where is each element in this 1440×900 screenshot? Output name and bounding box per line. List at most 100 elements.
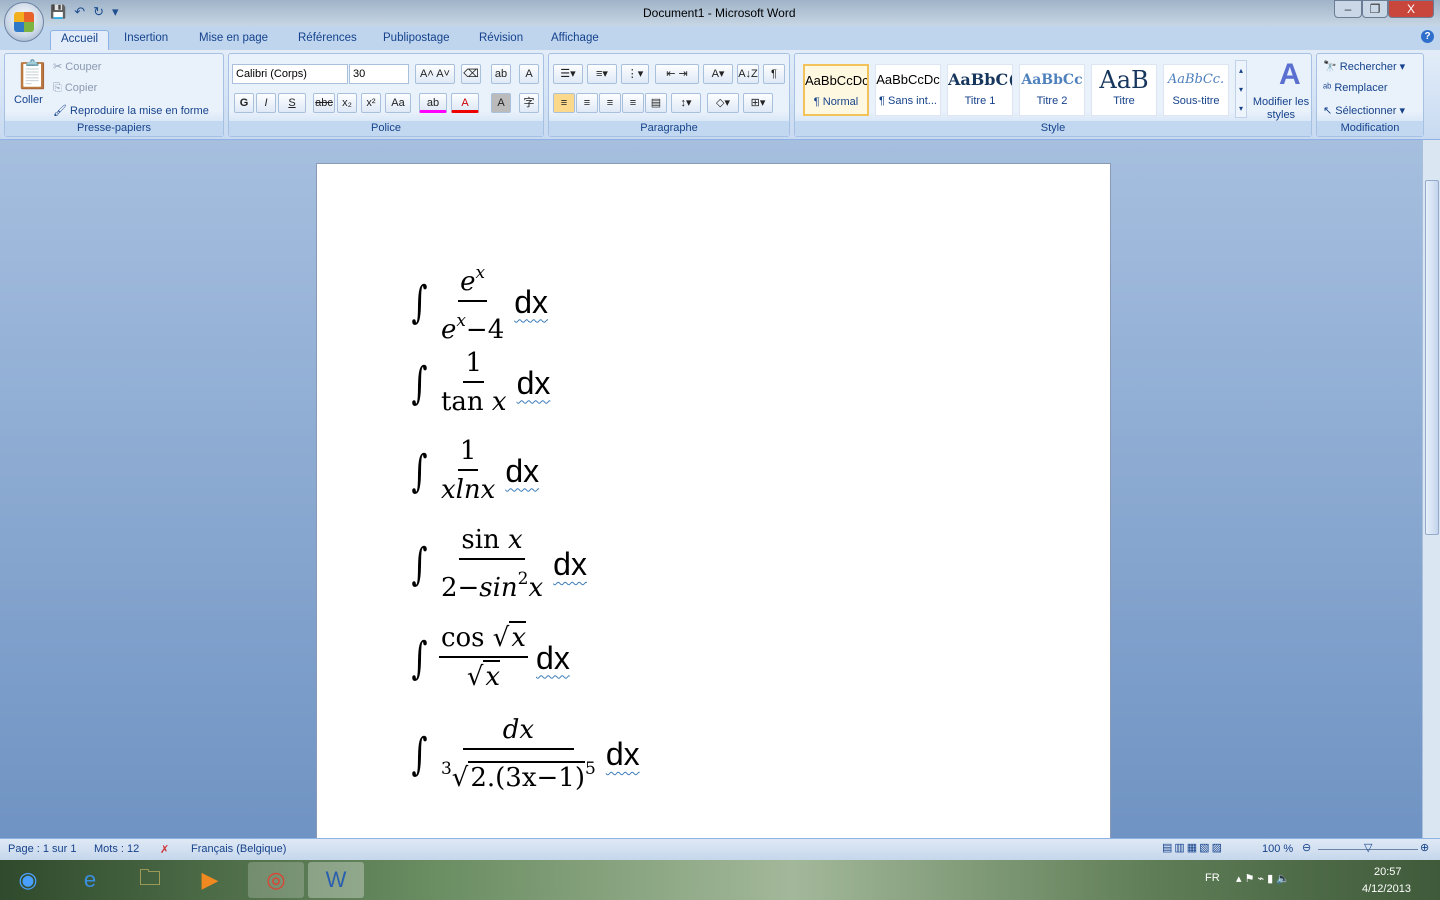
- show-marks-button[interactable]: ¶: [763, 64, 785, 84]
- phonetic-icon[interactable]: ab: [491, 64, 511, 84]
- tab-insertion[interactable]: Insertion: [114, 30, 178, 50]
- font-color-button[interactable]: A: [451, 93, 479, 113]
- equation-2[interactable]: ∫ 1 tan x dx: [408, 345, 550, 421]
- tab-mise-en-page[interactable]: Mise en page: [189, 30, 278, 50]
- view-buttons[interactable]: ▤▥▦▧▨: [1162, 841, 1224, 854]
- select-button[interactable]: ↖ Sélectionner ▾: [1323, 104, 1405, 117]
- superscript-button[interactable]: x²: [361, 93, 381, 113]
- strikethrough-button[interactable]: abc: [313, 93, 335, 113]
- integral-sign: ∫: [411, 445, 428, 497]
- clock-date[interactable]: 4/12/2013: [1362, 883, 1411, 895]
- format-painter-button[interactable]: 🖌 Reproduire la mise en forme: [53, 104, 209, 117]
- justify-icon[interactable]: ≡: [622, 93, 644, 113]
- help-icon[interactable]: ?: [1421, 30, 1434, 43]
- italic-button[interactable]: I: [256, 93, 276, 113]
- zoom-slider-thumb[interactable]: ▽: [1364, 841, 1372, 854]
- customize-qat-icon[interactable]: ▾: [112, 4, 119, 20]
- borders-icon[interactable]: ⊞▾: [743, 93, 773, 113]
- explorer-icon[interactable]: 🗀: [122, 862, 178, 898]
- word-icon[interactable]: W: [308, 862, 364, 898]
- style-heading-2[interactable]: AaBbCc Titre 2: [1019, 64, 1085, 116]
- equation-3[interactable]: ∫ 1 xlnx dx: [408, 433, 539, 509]
- text-direction-icon[interactable]: A▾: [703, 64, 733, 84]
- group-label: Style: [795, 121, 1311, 136]
- tray-icons[interactable]: ▴ ⚑ ⌁ ▮ 🔈: [1236, 872, 1290, 885]
- start-button[interactable]: ◉: [0, 862, 56, 898]
- grow-shrink-font-button[interactable]: A˄ A˅: [415, 64, 455, 84]
- office-button[interactable]: [4, 2, 44, 42]
- style-subtitle[interactable]: AaBbCc. Sous-titre: [1163, 64, 1229, 116]
- undo-icon[interactable]: ↶: [74, 4, 85, 20]
- denominator-term: −4: [465, 315, 505, 345]
- restore-button[interactable]: ❐: [1362, 0, 1388, 18]
- clear-format-icon[interactable]: ⌫: [461, 64, 481, 84]
- paste-button[interactable]: Coller: [14, 94, 43, 106]
- zoom-level[interactable]: 100 %: [1262, 843, 1293, 855]
- chrome-icon[interactable]: ◎: [248, 862, 304, 898]
- line-spacing-icon[interactable]: ↕▾: [671, 93, 701, 113]
- save-icon[interactable]: 💾: [50, 4, 66, 20]
- change-case-button[interactable]: Aa: [385, 93, 411, 113]
- numerator: dx: [462, 712, 575, 750]
- proofing-icon[interactable]: ✗: [160, 843, 169, 856]
- equation-5[interactable]: ∫ cos √x √x dx: [408, 620, 570, 696]
- minimize-button[interactable]: –: [1334, 0, 1362, 18]
- indent-icon[interactable]: ⇤ ⇥: [655, 64, 699, 84]
- zoom-in-icon[interactable]: ⊕: [1420, 841, 1429, 854]
- subscript-button[interactable]: x₂: [337, 93, 357, 113]
- copy-button[interactable]: ⎘ Copier: [53, 82, 97, 95]
- page-count[interactable]: Page : 1 sur 1: [8, 843, 77, 855]
- char-shading-button[interactable]: A: [491, 93, 511, 113]
- enclose-char-button[interactable]: 字: [519, 93, 539, 113]
- bold-button[interactable]: G: [234, 93, 254, 113]
- style-no-spacing[interactable]: AaBbCcDc ¶ Sans int...: [875, 64, 941, 116]
- underline-button[interactable]: S: [278, 93, 306, 113]
- redo-icon[interactable]: ↻: [93, 4, 104, 20]
- language-indicator[interactable]: FR: [1205, 872, 1220, 884]
- equation-6[interactable]: ∫ dx 3√2.(3x−1)5 dx: [408, 712, 640, 797]
- paste-icon[interactable]: 📋: [15, 58, 50, 91]
- bullets-icon[interactable]: ☰▾: [553, 64, 583, 84]
- font-group: Calibri (Corps) 30 A˄ A˅ ⌫ ab A G I S ab…: [228, 53, 544, 137]
- tab-publipostage[interactable]: Publipostage: [373, 30, 460, 50]
- scrollbar-thumb[interactable]: [1425, 180, 1439, 535]
- font-name-select[interactable]: Calibri (Corps): [232, 64, 348, 84]
- numbering-icon[interactable]: ≡▾: [587, 64, 617, 84]
- change-styles-button[interactable]: Modifier les styles: [1251, 96, 1311, 122]
- style-heading-1[interactable]: AaBbC(Titre 1: [947, 64, 1013, 116]
- multilevel-list-icon[interactable]: ⋮▾: [621, 64, 649, 84]
- find-button[interactable]: 🔭 Rechercher ▾: [1323, 60, 1405, 73]
- distribute-icon[interactable]: ▤: [645, 93, 667, 113]
- align-right-icon[interactable]: ≡: [599, 93, 621, 113]
- cut-button[interactable]: ✂ Couper: [53, 60, 101, 73]
- align-left-icon[interactable]: ≡: [553, 93, 575, 113]
- clock-time[interactable]: 20:57: [1374, 866, 1402, 878]
- tab-references[interactable]: Références: [288, 30, 367, 50]
- tab-affichage[interactable]: Affichage: [541, 30, 609, 50]
- tab-revision[interactable]: Révision: [469, 30, 533, 50]
- shading-icon[interactable]: ◇▾: [707, 93, 739, 113]
- equation-4[interactable]: ∫ sin x 2−sin2x dx: [408, 522, 587, 607]
- char-border-icon[interactable]: A: [519, 64, 539, 84]
- equation-1[interactable]: ∫ ex ex−4 dx: [408, 255, 548, 349]
- integral-sign: ∫: [411, 729, 428, 780]
- sort-button[interactable]: A↓Z: [737, 64, 759, 84]
- font-size-select[interactable]: 30: [349, 64, 409, 84]
- change-styles-icon: A: [1279, 58, 1301, 91]
- dx-label: dx: [514, 283, 549, 320]
- close-button[interactable]: X: [1388, 0, 1434, 18]
- styles-scroll[interactable]: ▴ ▾ ▾: [1235, 60, 1247, 118]
- language[interactable]: Français (Belgique): [191, 843, 286, 855]
- vertical-scrollbar[interactable]: [1422, 140, 1440, 838]
- tab-accueil[interactable]: Accueil: [50, 30, 110, 50]
- media-player-icon[interactable]: ▶: [182, 862, 238, 898]
- radicand: x: [483, 660, 501, 692]
- highlight-icon[interactable]: ab: [419, 93, 447, 113]
- replace-button[interactable]: ᵃᵇ Remplacer: [1323, 82, 1388, 94]
- word-count[interactable]: Mots : 12: [94, 843, 139, 855]
- zoom-out-icon[interactable]: ⊖: [1302, 841, 1311, 854]
- ie-icon[interactable]: e: [62, 862, 118, 898]
- align-center-icon[interactable]: ≡: [576, 93, 598, 113]
- style-normal[interactable]: AaBbCcDc ¶ Normal: [803, 64, 869, 116]
- style-title[interactable]: AaB Titre: [1091, 64, 1157, 116]
